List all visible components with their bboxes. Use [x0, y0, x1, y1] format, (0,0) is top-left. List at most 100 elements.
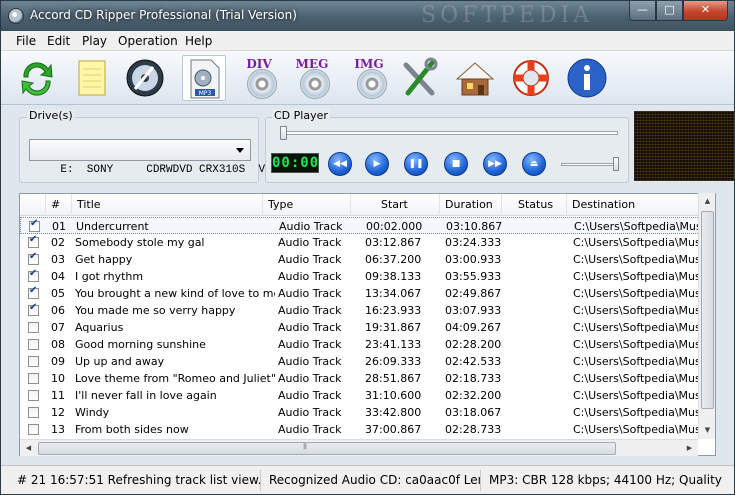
- home-button[interactable]: [453, 55, 497, 101]
- seek-thumb[interactable]: [280, 126, 287, 140]
- track-checkbox[interactable]: [28, 356, 39, 367]
- col-destination[interactable]: Destination: [567, 194, 715, 216]
- menu-help[interactable]: Help: [185, 34, 212, 48]
- table-row[interactable]: 06 You made me so verry happy Audio Track 1…: [20, 302, 700, 319]
- title-bar[interactable]: Accord CD Ripper Professional (Trial Ver…: [1, 1, 734, 31]
- menu-play[interactable]: Play: [82, 34, 107, 48]
- forward-button[interactable]: ▶▶: [483, 152, 507, 176]
- status-bar: # 21 16:57:51 Refreshing track list view…: [1, 465, 734, 494]
- maximize-button[interactable]: □: [656, 1, 683, 21]
- table-row[interactable]: 03 Get happy Audio Track 06:37.200 03:00.933…: [20, 251, 700, 268]
- pause-button[interactable]: ❚❚: [404, 152, 428, 176]
- track-duration: 03:07.933: [445, 304, 502, 317]
- table-row[interactable]: 05 You brought a new kind of love to meAu…: [20, 285, 700, 302]
- track-start: 00:02.000: [366, 220, 423, 233]
- forward-icon: ▶▶: [488, 159, 502, 169]
- track-title: Undercurrent: [76, 220, 149, 233]
- notes-button[interactable]: [71, 55, 115, 101]
- track-destination: C:\Users\Softpedia\Music\: [573, 304, 700, 317]
- track-checkbox[interactable]: [28, 268, 39, 282]
- track-start: 26:09.333: [365, 355, 422, 368]
- close-button[interactable]: ✕: [683, 1, 728, 21]
- track-checkbox[interactable]: [28, 322, 39, 333]
- track-title: Love theme from "Romeo and Juliet": [75, 372, 275, 385]
- status-format: MP3: CBR 128 kbps; 44100 Hz; Quality 5; …: [489, 473, 723, 487]
- menu-file[interactable]: File: [16, 34, 36, 48]
- track-checkbox[interactable]: [28, 390, 39, 401]
- meg-button[interactable]: MEG: [290, 55, 334, 101]
- img-button[interactable]: IMG: [347, 55, 391, 101]
- horizontal-scroll-thumb[interactable]: [38, 442, 616, 455]
- vertical-scroll-thumb[interactable]: [701, 211, 714, 409]
- settings-button[interactable]: [398, 55, 442, 101]
- stop-button[interactable]: ■: [444, 152, 468, 176]
- app-window: Accord CD Ripper Professional (Trial Ver…: [0, 0, 735, 495]
- col-title[interactable]: Title: [72, 194, 263, 216]
- volume-slider[interactable]: [561, 157, 619, 171]
- cd-div-icon: [247, 69, 277, 99]
- track-duration: 04:09.267: [445, 321, 502, 334]
- scroll-right-icon[interactable]: ▶: [681, 440, 698, 457]
- track-number: 13: [51, 423, 65, 436]
- track-number: 01: [52, 220, 66, 233]
- track-checkbox[interactable]: [28, 285, 39, 299]
- col-check[interactable]: [20, 194, 46, 216]
- track-checkbox[interactable]: [28, 302, 39, 316]
- table-row[interactable]: 07 Aquarius Audio Track 19:31.867 04:09.267 C…: [20, 319, 700, 336]
- mp3-file-icon: MP3: [190, 59, 220, 99]
- play-button[interactable]: ▶: [365, 152, 389, 176]
- menu-edit[interactable]: Edit: [47, 34, 70, 48]
- track-checkbox[interactable]: [28, 424, 39, 435]
- support-button[interactable]: [509, 55, 553, 101]
- eject-button[interactable]: ⏏: [522, 152, 546, 176]
- horizontal-scrollbar[interactable]: ◀ ||| ▶: [20, 439, 698, 456]
- track-checkbox[interactable]: [28, 339, 39, 350]
- col-type[interactable]: Type: [263, 194, 351, 216]
- scroll-down-icon[interactable]: ▼: [699, 422, 716, 439]
- track-checkbox[interactable]: [28, 373, 39, 384]
- menu-operation[interactable]: Operation: [118, 34, 178, 48]
- col-status[interactable]: Status: [502, 194, 567, 216]
- track-title: Windy: [75, 406, 110, 419]
- volume-thumb[interactable]: [613, 157, 619, 171]
- svg-text:MP3: MP3: [199, 90, 212, 97]
- track-type: Audio Track: [278, 253, 342, 266]
- minimize-button[interactable]: —: [629, 1, 656, 21]
- pause-icon: ❚❚: [408, 159, 424, 169]
- vertical-scrollbar[interactable]: ▲ ▼: [698, 193, 715, 439]
- track-type: Audio Track: [278, 321, 342, 334]
- table-row[interactable]: 09 Up up and away Audio Track 26:09.333 02:4…: [20, 353, 700, 370]
- table-row[interactable]: 10 Love theme from "Romeo and Juliet" Audi…: [20, 370, 700, 387]
- refresh-button[interactable]: [15, 55, 59, 101]
- about-button[interactable]: [565, 55, 609, 101]
- col-start[interactable]: Start: [351, 194, 440, 216]
- scroll-left-icon[interactable]: ◀: [20, 440, 37, 457]
- table-row[interactable]: 13 From both sides now Audio Track 37:00.86…: [20, 421, 700, 438]
- track-checkbox[interactable]: [28, 407, 39, 418]
- track-checkbox[interactable]: [28, 251, 39, 265]
- div-button[interactable]: DIV: [237, 55, 281, 101]
- seek-slider[interactable]: [280, 126, 618, 140]
- burn-cd-button[interactable]: [123, 55, 167, 101]
- table-row[interactable]: 08 Good morning sunshine Audio Track 23:41.…: [20, 336, 700, 353]
- table-row[interactable]: 01 Undercurrent Audio Track 00:02.000 03:10.…: [20, 217, 701, 234]
- table-row[interactable]: 04 I got rhythm Audio Track 09:38.133 03:55.…: [20, 268, 700, 285]
- table-row[interactable]: 11 I'll never fall in love again Audio Tra…: [20, 387, 700, 404]
- track-start: 28:51.867: [365, 372, 422, 385]
- track-destination: C:\Users\Softpedia\Music\: [573, 253, 700, 266]
- track-checkbox[interactable]: [29, 218, 40, 232]
- track-destination: C:\Users\Softpedia\Music\: [573, 389, 700, 402]
- track-number: 09: [51, 355, 65, 368]
- mp3-button[interactable]: MP3: [182, 55, 226, 101]
- scroll-up-icon[interactable]: ▲: [699, 193, 716, 210]
- track-checkbox[interactable]: [28, 234, 39, 248]
- rewind-button[interactable]: ◀◀: [328, 152, 352, 176]
- status-cd-info: Recognized Audio CD: ca0aac0f Length: [263, 470, 481, 491]
- col-number[interactable]: #: [46, 194, 72, 216]
- drive-select[interactable]: E: SONY CDRWDVD CRX310S VDK2: [29, 139, 285, 176]
- track-number: 02: [51, 236, 65, 249]
- track-type: Audio Track: [278, 372, 342, 385]
- table-row[interactable]: 12 Windy Audio Track 33:42.800 03:18.067 C:\U…: [20, 404, 700, 421]
- col-duration[interactable]: Duration: [440, 194, 502, 216]
- table-row[interactable]: 02 Somebody stole my gal Audio Track 03:12.…: [20, 234, 700, 251]
